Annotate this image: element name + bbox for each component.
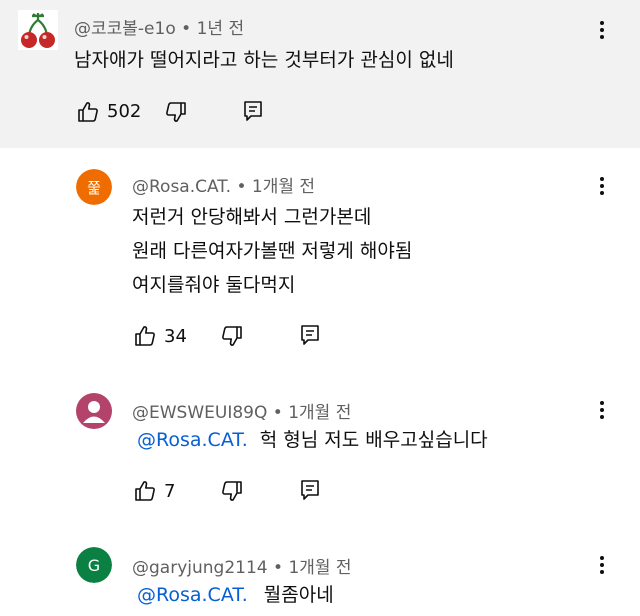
more-options-icon[interactable]	[590, 553, 614, 577]
timestamp[interactable]: 1년 전	[197, 19, 245, 39]
dot-separator: •	[273, 558, 289, 578]
dislike-icon[interactable]	[164, 100, 188, 124]
avatar[interactable]: 쭕	[76, 169, 112, 205]
like-icon[interactable]	[133, 479, 157, 503]
mention-link[interactable]: @Rosa.CAT.	[137, 429, 248, 451]
more-options-icon[interactable]	[590, 398, 614, 422]
reply-icon[interactable]	[299, 323, 321, 347]
comment-meta: @코코볼-e1o • 1년 전	[74, 14, 244, 39]
reply-icon[interactable]	[299, 478, 321, 502]
timestamp[interactable]: 1개월 전	[252, 177, 315, 197]
comment-text: @Rosa.CAT. 헉 형님 저도 배우고싶습니다	[137, 423, 488, 457]
avatar-letter-bg: 쭕	[76, 169, 112, 205]
more-options-icon[interactable]	[590, 174, 614, 198]
author-name[interactable]: @garyjung2114	[132, 558, 268, 578]
like-count: 7	[164, 481, 176, 502]
reply-icon[interactable]	[242, 99, 264, 123]
comment-meta: @EWSWEUI89Q • 1개월 전	[132, 398, 351, 423]
person-icon	[83, 401, 105, 423]
avatar-letter: G	[87, 555, 101, 575]
comment-thread-reply: @EWSWEUI89Q • 1개월 전 @Rosa.CAT. 헉 형님 저도 배…	[0, 368, 640, 518]
like-icon[interactable]	[76, 100, 100, 124]
author-name[interactable]: @EWSWEUI89Q	[132, 403, 267, 423]
avatar-letter-bg: G	[76, 547, 112, 583]
comment-thread-reply: 쭕 @Rosa.CAT. • 1개월 전 저런거 안당해봐서 그런가본데 원래 …	[0, 148, 640, 368]
comment-meta: @garyjung2114 • 1개월 전	[132, 553, 352, 578]
avatar[interactable]	[18, 10, 58, 50]
like-count: 34	[164, 326, 187, 347]
like-icon[interactable]	[133, 324, 157, 348]
comment-meta: @Rosa.CAT. • 1개월 전	[132, 172, 315, 197]
timestamp[interactable]: 1개월 전	[288, 558, 351, 578]
comment-line: 저런거 안당해봐서 그런가본데	[132, 206, 372, 228]
dot-separator: •	[181, 19, 197, 39]
comment-line: 남자애가 떨어지라고 하는 것부터가 관심이 없네	[74, 49, 454, 71]
cherry-icon	[21, 13, 55, 48]
dislike-icon[interactable]	[220, 324, 244, 348]
highlighted-comment: @코코볼-e1o • 1년 전 남자애가 떨어지라고 하는 것부터가 관심이 없…	[0, 0, 640, 148]
avatar[interactable]	[76, 393, 112, 429]
comment-line: 여지를줘야 둘다먹지	[132, 274, 296, 296]
dot-separator: •	[272, 403, 289, 423]
author-name[interactable]: @Rosa.CAT.	[132, 177, 231, 197]
like-count: 502	[107, 101, 142, 122]
reply-text: 헉 형님 저도 배우고싶습니다	[259, 429, 488, 451]
comment-text: 남자애가 떨어지라고 하는 것부터가 관심이 없네	[74, 43, 454, 77]
reply-text: 뭘좀아네	[263, 584, 334, 606]
author-name[interactable]: @코코볼-e1o	[74, 19, 176, 39]
comment-text: 저런거 안당해봐서 그런가본데 원래 다른여자가볼땐 저렇게 해야됨 여지를줘야…	[132, 200, 412, 302]
timestamp[interactable]: 1개월 전	[288, 403, 351, 423]
comment-text: @Rosa.CAT. 뭘좀아네	[137, 578, 334, 612]
avatar-letter: 쭕	[87, 178, 101, 197]
dislike-icon[interactable]	[220, 479, 244, 503]
comment-line: 원래 다른여자가볼땐 저렇게 해야됨	[132, 240, 413, 262]
comment-thread-reply: G @garyjung2114 • 1개월 전 @Rosa.CAT. 뭘좀아네	[0, 518, 640, 616]
avatar[interactable]: G	[76, 547, 112, 583]
mention-link[interactable]: @Rosa.CAT.	[137, 584, 248, 606]
dot-separator: •	[236, 177, 252, 197]
more-options-icon[interactable]	[590, 18, 614, 42]
